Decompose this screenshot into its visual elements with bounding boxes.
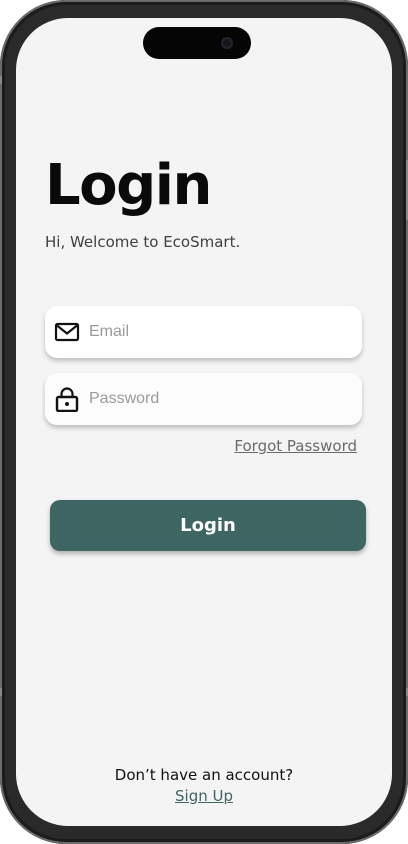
dynamic-island <box>143 27 251 59</box>
no-account-text: Don’t have an account? <box>114 766 294 784</box>
welcome-subtitle: Hi, Welcome to EcoSmart. <box>45 233 241 251</box>
login-screen: Login Hi, Welcome to EcoSmart. Forgot Pa… <box>16 18 392 826</box>
side-button <box>0 76 2 84</box>
page-title: Login <box>45 153 212 218</box>
email-field[interactable] <box>45 306 362 358</box>
forgot-password-link[interactable]: Forgot Password <box>234 437 357 455</box>
sign-up-link[interactable]: Sign Up <box>16 787 392 805</box>
mail-icon <box>54 322 80 342</box>
password-input[interactable] <box>89 373 349 425</box>
login-button[interactable]: Login <box>50 500 366 551</box>
phone-frame: Login Hi, Welcome to EcoSmart. Forgot Pa… <box>0 0 408 844</box>
camera-icon <box>221 37 233 49</box>
side-button <box>0 688 2 696</box>
password-field[interactable] <box>45 373 362 425</box>
email-input[interactable] <box>89 306 349 358</box>
lock-icon <box>55 387 79 412</box>
